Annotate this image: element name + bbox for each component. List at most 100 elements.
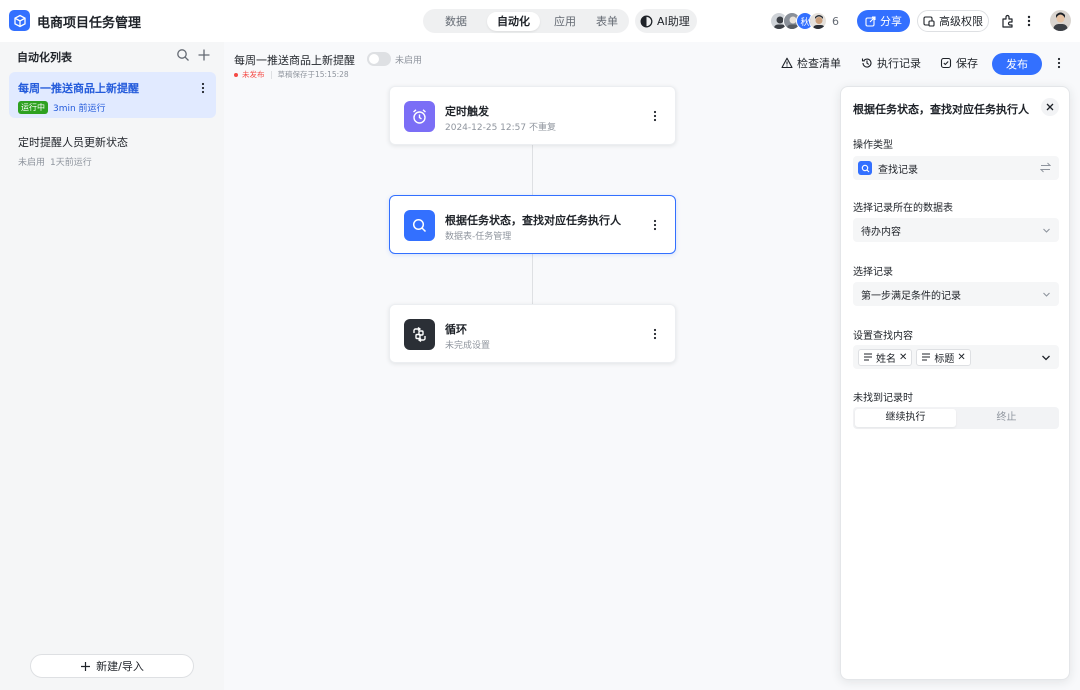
share-icon <box>865 15 876 27</box>
avatar <box>809 12 827 30</box>
share-label: 分享 <box>880 15 902 28</box>
history-icon <box>861 57 873 69</box>
node-subtitle: 未完成设置 <box>445 341 491 351</box>
record-select[interactable]: 第一步满足条件的记录 <box>853 282 1059 306</box>
toggle-label: 未启用 <box>395 56 423 66</box>
tab-app[interactable]: 应用 <box>544 12 586 31</box>
chevron-down-icon <box>1041 353 1051 363</box>
history-label: 执行记录 <box>877 57 921 70</box>
chip-label: 姓名 <box>876 353 896 365</box>
status-dot <box>234 72 238 77</box>
node-title: 定时触发 <box>445 105 489 118</box>
more-vertical-icon[interactable] <box>649 218 661 232</box>
collaborator-count: 6 <box>832 14 839 28</box>
ai-assistant-button[interactable]: AI助理 <box>635 9 697 33</box>
save-icon <box>940 57 952 69</box>
ai-icon <box>640 15 653 28</box>
field-chip-title[interactable]: 标题 ✕ <box>916 348 971 366</box>
save-label: 保存 <box>956 57 978 70</box>
node-find-records[interactable]: 根据任务状态，查找对应任务执行人 数据表-任务管理 <box>389 195 676 254</box>
ai-label: AI助理 <box>657 15 690 28</box>
more-vertical-icon[interactable] <box>649 327 661 341</box>
app-logo-icon[interactable] <box>9 10 30 31</box>
data-table-label: 选择记录所在的数据表 <box>853 203 953 214</box>
sidebar-item-status-reminder[interactable]: 定时提醒人员更新状态 未启用 1天前运行 <box>9 126 216 172</box>
panel-title: 根据任务状态，查找对应任务执行人 <box>853 103 1029 116</box>
flow-connector <box>532 145 533 195</box>
publish-button[interactable]: 发布 <box>992 53 1042 75</box>
option-terminate[interactable]: 终止 <box>956 409 1057 427</box>
node-config-panel: 根据任务状态，查找对应任务执行人 操作类型 查找记录 选择记录所在的数据表 待办… <box>840 86 1070 680</box>
publish-status: 未发布 <box>242 70 265 79</box>
search-icon[interactable] <box>176 48 190 62</box>
find-content-select[interactable]: 姓名 ✕ 标题 ✕ <box>853 345 1059 369</box>
search-icon <box>858 161 872 175</box>
more-vertical-icon[interactable] <box>649 109 661 123</box>
more-vertical-icon[interactable] <box>1054 53 1064 73</box>
tab-automation[interactable]: 自动化 <box>487 11 540 31</box>
sidebar-item-weekly-reminder[interactable]: 每周一推送商品上新提醒 运行中 3min 前运行 <box>9 72 216 118</box>
field-chip-name[interactable]: 姓名 ✕ <box>858 348 913 366</box>
automation-name: 定时提醒人员更新状态 <box>18 136 128 149</box>
text-field-icon <box>921 352 931 362</box>
operation-type-label: 操作类型 <box>853 140 893 151</box>
warning-icon <box>781 57 793 69</box>
more-vertical-icon[interactable] <box>1024 13 1034 29</box>
advanced-permission-button[interactable]: 高级权限 <box>917 10 989 32</box>
operation-type-value: 查找记录 <box>878 164 918 176</box>
chevron-down-icon <box>1042 226 1051 235</box>
record-value: 第一步满足条件的记录 <box>861 290 961 302</box>
automation-name: 每周一推送商品上新提醒 <box>18 82 139 95</box>
option-continue[interactable]: 继续执行 <box>855 409 956 427</box>
remove-icon[interactable]: ✕ <box>899 352 907 363</box>
enable-toggle[interactable] <box>367 52 391 66</box>
share-button[interactable]: 分享 <box>857 10 910 32</box>
app-title: 电商项目任务管理 <box>37 16 142 31</box>
plugin-icon[interactable] <box>1000 13 1016 29</box>
text-field-icon <box>863 352 873 362</box>
add-icon[interactable] <box>197 48 211 62</box>
status-badge: 运行中 <box>18 101 48 114</box>
collaborator-avatars[interactable]: 秋 6 <box>770 11 839 31</box>
chip-label: 标题 <box>934 353 955 365</box>
data-table-select[interactable]: 待办内容 <box>853 218 1059 242</box>
tab-data[interactable]: 数据 <box>435 12 477 31</box>
last-run-text: 1天前运行 <box>50 158 92 168</box>
workflow-title[interactable]: 每周一推送商品上新提醒 <box>234 52 355 68</box>
swap-icon[interactable] <box>1040 162 1051 173</box>
new-import-label: 新建/导入 <box>96 660 144 673</box>
draft-saved-time: 草稿保存于15:15:28 <box>277 70 349 79</box>
sidebar-title: 自动化列表 <box>17 51 72 64</box>
flow-connector <box>532 254 533 304</box>
operation-type-select[interactable]: 查找记录 <box>853 156 1059 180</box>
loop-icon <box>404 319 435 350</box>
user-avatar[interactable] <box>1050 10 1071 31</box>
last-run-text: 3min 前运行 <box>53 104 106 114</box>
record-label: 选择记录 <box>853 267 893 278</box>
permission-label: 高级权限 <box>939 15 983 28</box>
node-loop[interactable]: 循环 未完成设置 <box>389 304 676 363</box>
divider <box>270 70 272 79</box>
tab-form[interactable]: 表单 <box>586 12 628 31</box>
new-import-button[interactable]: 新建/导入 <box>30 654 194 678</box>
more-vertical-icon[interactable] <box>197 81 209 95</box>
publish-status-line: 未发布 草稿保存于15:15:28 <box>234 69 349 80</box>
remove-icon[interactable]: ✕ <box>957 352 965 363</box>
close-icon[interactable] <box>1041 98 1059 116</box>
lock-shield-icon <box>923 15 935 27</box>
data-table-value: 待办内容 <box>861 226 901 238</box>
view-tabs: 数据 自动化 应用 表单 <box>423 9 629 33</box>
top-bar: 电商项目任务管理 数据 自动化 应用 表单 AI助理 秋 6 分享 高级权限 <box>0 0 1080 42</box>
checklist-button[interactable]: 检查清单 <box>781 53 841 73</box>
node-subtitle: 数据表-任务管理 <box>445 232 512 242</box>
checklist-label: 检查清单 <box>797 57 841 70</box>
history-button[interactable]: 执行记录 <box>861 53 921 73</box>
alarm-clock-icon <box>404 101 435 132</box>
node-title: 根据任务状态，查找对应任务执行人 <box>445 214 621 227</box>
node-title: 循环 <box>445 323 467 336</box>
search-icon <box>404 210 435 241</box>
node-timer-trigger[interactable]: 定时触发 2024-12-25 12:57 不重复 <box>389 86 676 145</box>
save-button[interactable]: 保存 <box>940 53 978 73</box>
automation-sidebar: 自动化列表 每周一推送商品上新提醒 运行中 3min 前运行 定时提醒人员更新状… <box>0 42 224 690</box>
chevron-down-icon <box>1042 290 1051 299</box>
